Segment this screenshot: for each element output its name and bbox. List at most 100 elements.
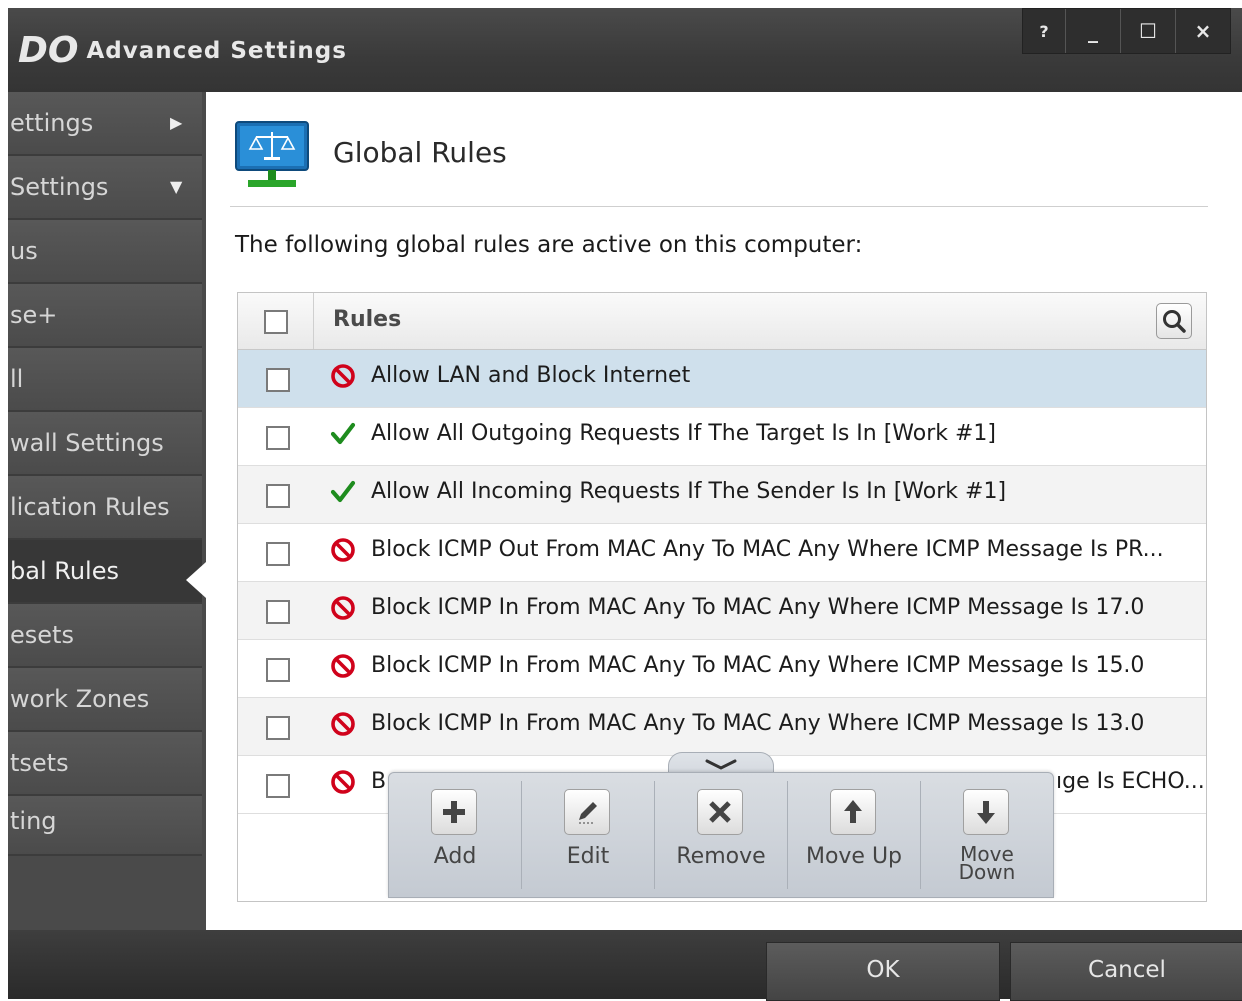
move-up-button[interactable]: Move Up bbox=[788, 773, 920, 897]
row-checkbox[interactable] bbox=[266, 658, 290, 682]
table-row[interactable]: Block ICMP In From MAC Any To MAC Any Wh… bbox=[238, 698, 1206, 756]
column-divider bbox=[313, 293, 314, 349]
edit-label: Edit bbox=[566, 844, 610, 869]
window-title: DO Advanced Settings bbox=[18, 30, 347, 71]
active-item-pointer bbox=[186, 562, 206, 598]
sidebar-item-global-rules[interactable]: bal Rules bbox=[8, 540, 202, 604]
search-icon bbox=[1163, 310, 1186, 333]
minimize-button[interactable]: _ bbox=[1065, 9, 1120, 53]
sidebar-item-security-settings[interactable]: Settings ▼ bbox=[8, 156, 202, 220]
block-icon bbox=[331, 596, 355, 620]
rules-toolbar: Add Edit Remove Move Up Move Down bbox=[388, 772, 1054, 898]
table-row[interactable]: Allow All Incoming Requests If The Sende… bbox=[238, 466, 1206, 524]
add-icon-box bbox=[431, 789, 477, 835]
row-checkbox[interactable] bbox=[266, 426, 290, 450]
move-down-button[interactable]: Move Down bbox=[921, 773, 1053, 897]
row-checkbox[interactable] bbox=[266, 368, 290, 392]
sidebar-item-label: Settings bbox=[10, 173, 109, 201]
plus-icon bbox=[443, 801, 465, 823]
settings-sidebar: ettings ▶ Settings ▼ us se+ ll wall Sett… bbox=[8, 92, 206, 930]
rule-text: Block ICMP In From MAC Any To MAC Any Wh… bbox=[371, 653, 1145, 678]
move-down-label-line2: Down bbox=[958, 860, 1016, 884]
checkmark-icon bbox=[330, 422, 356, 445]
sidebar-item-portsets[interactable]: tsets bbox=[8, 732, 202, 796]
arrow-up-icon bbox=[844, 800, 862, 823]
table-row[interactable]: Allow LAN and Block Internet bbox=[238, 350, 1206, 408]
table-row[interactable]: Allow All Outgoing Requests If The Targe… bbox=[238, 408, 1206, 466]
add-button[interactable]: Add bbox=[389, 773, 521, 897]
chevron-right-icon: ▶ bbox=[170, 113, 183, 132]
description-text: The following global rules are active on… bbox=[235, 232, 863, 258]
move-down-icon-box bbox=[963, 789, 1009, 835]
remove-label: Remove bbox=[676, 844, 766, 869]
block-icon bbox=[331, 770, 355, 794]
window-title-text: Advanced Settings bbox=[86, 38, 347, 64]
table-header: Rules bbox=[238, 293, 1206, 350]
remove-icon-box bbox=[697, 789, 743, 835]
checkmark-icon bbox=[330, 480, 356, 503]
sidebar-item-label: work Zones bbox=[10, 685, 150, 713]
table-row[interactable]: Block ICMP In From MAC Any To MAC Any Wh… bbox=[238, 640, 1206, 698]
sidebar-item-label: wall Settings bbox=[10, 429, 164, 457]
column-header-rules[interactable]: Rules bbox=[333, 307, 401, 332]
sidebar-item-rulesets[interactable]: esets bbox=[8, 604, 202, 668]
block-icon bbox=[331, 364, 355, 388]
window-controls: ? _ ☐ × bbox=[1022, 8, 1231, 54]
sidebar-item-label: us bbox=[10, 237, 38, 265]
block-icon bbox=[331, 712, 355, 736]
chevron-down-icon: ▼ bbox=[170, 177, 183, 196]
maximize-button[interactable]: ☐ bbox=[1120, 9, 1175, 53]
sidebar-item-general-settings[interactable]: ettings ▶ bbox=[8, 92, 202, 156]
table-row[interactable]: Block ICMP Out From MAC Any To MAC Any W… bbox=[238, 524, 1206, 582]
search-button[interactable] bbox=[1156, 303, 1192, 339]
edit-icon-box bbox=[564, 789, 610, 835]
rule-text-tail: ıge Is ECHO... bbox=[1056, 769, 1205, 794]
dialog-footer: OK Cancel bbox=[8, 930, 1242, 1001]
cancel-button[interactable]: Cancel bbox=[1010, 942, 1242, 1001]
ok-button[interactable]: OK bbox=[766, 942, 1000, 1001]
close-button[interactable]: × bbox=[1175, 9, 1230, 53]
row-checkbox[interactable] bbox=[266, 542, 290, 566]
app-logo-text: DO bbox=[18, 30, 79, 71]
sidebar-item-application-rules[interactable]: lication Rules bbox=[8, 476, 202, 540]
rule-text: Allow All Incoming Requests If The Sende… bbox=[371, 479, 1007, 504]
block-icon bbox=[331, 538, 355, 562]
help-button[interactable]: ? bbox=[1023, 9, 1065, 53]
row-checkbox[interactable] bbox=[266, 716, 290, 740]
rule-text: Block ICMP Out From MAC Any To MAC Any W… bbox=[371, 537, 1164, 562]
row-checkbox[interactable] bbox=[266, 774, 290, 798]
select-all-checkbox[interactable] bbox=[264, 310, 288, 334]
move-down-label: Move Down bbox=[921, 844, 1053, 884]
close-icon bbox=[709, 801, 731, 823]
sidebar-item-label: ting bbox=[10, 807, 57, 835]
sidebar-item-sandboxing[interactable]: ting bbox=[8, 796, 202, 856]
pencil-icon bbox=[579, 802, 597, 824]
sidebar-item-antivirus[interactable]: us bbox=[8, 220, 202, 284]
rule-text: Block ICMP In From MAC Any To MAC Any Wh… bbox=[371, 711, 1145, 736]
table-row[interactable]: Block ICMP In From MAC Any To MAC Any Wh… bbox=[238, 582, 1206, 640]
sidebar-item-firewall[interactable]: ll bbox=[8, 348, 202, 412]
sidebar-item-label: esets bbox=[10, 621, 74, 649]
arrow-down-icon bbox=[977, 801, 995, 824]
row-checkbox[interactable] bbox=[266, 600, 290, 624]
sidebar-item-label: se+ bbox=[10, 301, 58, 329]
divider bbox=[230, 206, 1208, 207]
sidebar-item-label: tsets bbox=[10, 749, 69, 777]
balance-scale-monitor-icon bbox=[235, 121, 309, 187]
move-up-label: Move Up bbox=[805, 844, 903, 869]
sidebar-item-label: ll bbox=[10, 365, 24, 393]
sidebar-item-network-zones[interactable]: work Zones bbox=[8, 668, 202, 732]
edit-button[interactable]: Edit bbox=[522, 773, 654, 897]
rule-text: Allow LAN and Block Internet bbox=[371, 363, 691, 388]
advanced-settings-window: DO Advanced Settings ? _ ☐ × ettings ▶ Se… bbox=[0, 0, 1242, 1001]
rule-text: Block ICMP In From MAC Any To MAC Any Wh… bbox=[371, 595, 1145, 620]
sidebar-item-defense-plus[interactable]: se+ bbox=[8, 284, 202, 348]
sidebar-item-label: lication Rules bbox=[10, 493, 170, 521]
add-label: Add bbox=[433, 844, 477, 869]
row-checkbox[interactable] bbox=[266, 484, 290, 508]
sidebar-item-firewall-settings[interactable]: wall Settings bbox=[8, 412, 202, 476]
remove-button[interactable]: Remove bbox=[655, 773, 787, 897]
move-up-icon-box bbox=[830, 789, 876, 835]
rule-text: Allow All Outgoing Requests If The Targe… bbox=[371, 421, 996, 446]
block-icon bbox=[331, 654, 355, 678]
